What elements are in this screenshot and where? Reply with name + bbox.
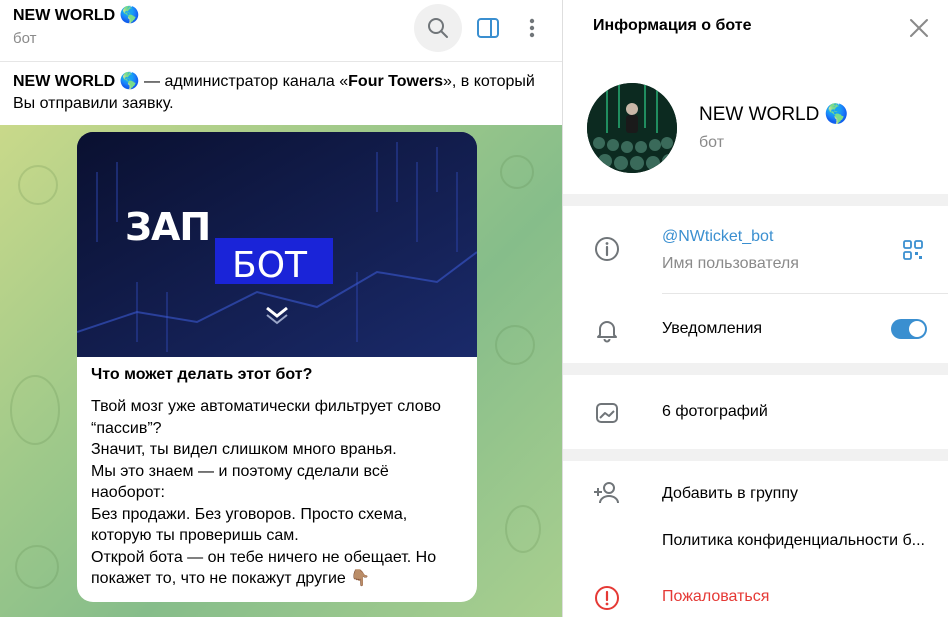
photo-icon (593, 399, 621, 427)
profile-subtitle: бот (699, 134, 725, 151)
promo-word-1: ЗАП (125, 205, 210, 249)
info-section-actions: Добавить в группу Политика конфиденциаль… (563, 461, 948, 617)
more-vertical-icon (529, 18, 535, 38)
report-icon (593, 584, 621, 612)
promo-word-2: БОТ (232, 245, 308, 286)
bot-description-message: ЗАП БОТ Что может делать этот бот? Твой … (77, 132, 477, 602)
description-line: Твой мозг уже автоматически фильтрует сл… (91, 398, 446, 437)
info-section-media[interactable]: 6 фотографий (563, 375, 948, 449)
report-button[interactable]: Пожаловаться (662, 588, 769, 606)
add-user-icon (593, 479, 621, 507)
close-button[interactable] (907, 16, 931, 40)
sidebar-toggle-button[interactable] (464, 4, 512, 52)
more-button[interactable] (508, 4, 556, 52)
notice-channel-name[interactable]: Four Towers (348, 73, 443, 90)
description-line: Мы это знаем — и поэтому сделали всё нао… (91, 462, 394, 502)
join-request-notice: NEW WORLD 🌎 — администратор канала «Four… (0, 62, 562, 125)
chat-subtitle: бот (13, 30, 37, 47)
search-button[interactable] (414, 4, 462, 52)
info-icon (593, 235, 621, 263)
photos-label[interactable]: 6 фотографий (662, 403, 768, 421)
avatar[interactable] (587, 83, 677, 173)
privacy-policy-link[interactable]: Политика конфиденциальности б... (662, 532, 925, 550)
qr-code-button[interactable] (903, 240, 923, 260)
bot-description-text: Твой мозг уже автоматически фильтрует сл… (91, 396, 467, 590)
notice-text-before: — администратор канала « (139, 73, 349, 90)
username-caption: Имя пользователя (662, 255, 799, 272)
divider (662, 293, 948, 294)
description-line: Без продажи. Без уговоров. Просто схема,… (91, 505, 412, 545)
promo-graphic: ЗАП БОТ (77, 132, 477, 357)
info-section-main: @NWticket_bot Имя пользователя Уведомлен… (563, 206, 948, 363)
bell-icon (593, 316, 621, 344)
qr-code-icon (903, 240, 923, 260)
notifications-label: Уведомления (662, 320, 763, 337)
description-line: Значит, ты видел слишком много вранья. (91, 441, 397, 458)
add-to-group-button[interactable]: Добавить в группу (662, 485, 798, 503)
info-header: Информация о боте (563, 0, 948, 56)
notice-bot-name: NEW WORLD 🌎 (13, 73, 140, 90)
chat-title[interactable]: NEW WORLD 🌎 (13, 5, 140, 25)
sidebar-toggle-icon (477, 18, 499, 38)
bot-profile: NEW WORLD 🌎 бот (563, 56, 948, 194)
notifications-toggle[interactable] (891, 319, 927, 339)
profile-name: NEW WORLD 🌎 (699, 104, 849, 125)
bot-promo-image[interactable]: ЗАП БОТ (77, 132, 477, 357)
description-line: Открой бота — он тебе ничего не обещает.… (91, 548, 441, 588)
chat-header[interactable]: NEW WORLD 🌎 бот (0, 0, 562, 62)
search-icon (428, 18, 448, 38)
username-link[interactable]: @NWticket_bot (662, 228, 773, 246)
close-icon (910, 19, 928, 37)
info-title: Информация о боте (593, 17, 752, 34)
bot-info-panel: Информация о боте NEW WORLD 🌎 бот @NWtic… (562, 0, 948, 617)
chat-pane: NEW WORLD 🌎 бот NEW WORLD 🌎 — администра… (0, 0, 562, 617)
bot-description-title: Что может делать этот бот? (91, 366, 313, 383)
